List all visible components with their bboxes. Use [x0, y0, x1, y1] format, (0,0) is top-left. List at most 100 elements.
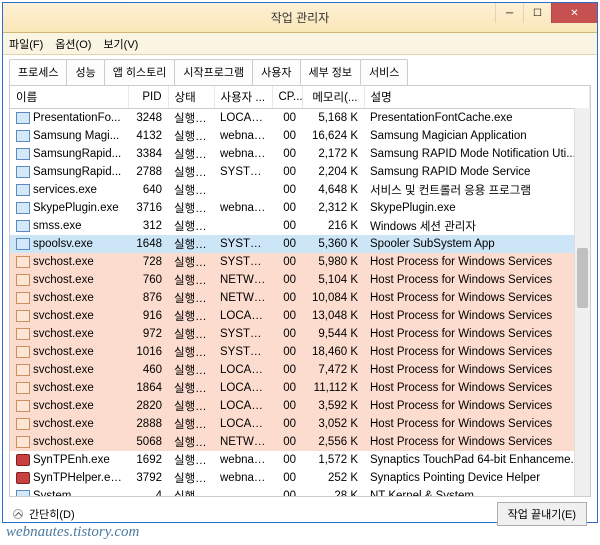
close-button[interactable]: ✕ [551, 3, 597, 23]
process-user: SYSTEM [214, 343, 272, 361]
minimize-button[interactable]: ─ [495, 3, 523, 23]
process-status: 실행 중 [168, 397, 214, 415]
process-icon [16, 346, 30, 358]
process-row[interactable]: svchost.exe5068실행 중NETWO...002,556 KHost… [10, 433, 590, 451]
process-pid: 4 [128, 487, 168, 496]
process-pid: 1864 [128, 379, 168, 397]
process-name: SynTPEnh.exe [33, 454, 110, 466]
process-pid: 4132 [128, 127, 168, 145]
process-desc: Host Process for Windows Services [364, 397, 590, 415]
process-row[interactable]: svchost.exe728실행 중SYSTEM005,980 KHost Pr… [10, 253, 590, 271]
process-row[interactable]: Samsung Magi...4132실행 중webnau...0016,624… [10, 127, 590, 145]
process-row[interactable]: svchost.exe2888실행 중LOCAL ...003,052 KHos… [10, 415, 590, 433]
column-headers: 이름 PID 상태 사용자 ... CP... 메모리(... 설명 [10, 86, 590, 109]
tab-3[interactable]: 시작프로그램 [174, 59, 253, 85]
end-task-button[interactable]: 작업 끝내기(E) [497, 502, 587, 526]
process-cpu: 00 [272, 163, 302, 181]
process-icon [16, 274, 30, 286]
process-row[interactable]: smss.exe312실행 중00216 KWindows 세션 관리자 [10, 217, 590, 235]
process-row[interactable]: PresentationFo...3248실행 중LOCAL ...005,16… [10, 109, 590, 128]
col-name[interactable]: 이름 [10, 86, 128, 109]
tab-5[interactable]: 세부 정보 [300, 59, 362, 85]
process-icon [16, 364, 30, 376]
process-row[interactable]: svchost.exe760실행 중NETWO...005,104 KHost … [10, 271, 590, 289]
vertical-scrollbar[interactable] [574, 108, 590, 496]
process-user: LOCAL ... [214, 415, 272, 433]
process-status: 실행 중 [168, 451, 214, 469]
process-row[interactable]: svchost.exe460실행 중LOCAL ...007,472 KHost… [10, 361, 590, 379]
process-row[interactable]: svchost.exe972실행 중SYSTEM009,544 KHost Pr… [10, 325, 590, 343]
process-row[interactable]: svchost.exe2820실행 중LOCAL ...003,592 KHos… [10, 397, 590, 415]
process-user: SYSTEM [214, 325, 272, 343]
process-pid: 1016 [128, 343, 168, 361]
process-name: spoolsv.exe [33, 238, 93, 250]
details-pane: 이름 PID 상태 사용자 ... CP... 메모리(... 설명 Prese… [9, 85, 591, 497]
process-cpu: 00 [272, 415, 302, 433]
tab-0[interactable]: 프로세스 [9, 59, 67, 85]
process-name: svchost.exe [33, 328, 94, 340]
process-user: LOCAL ... [214, 307, 272, 325]
process-row[interactable]: services.exe640실행 중004,648 K서비스 및 컨트롤러 응… [10, 181, 590, 199]
maximize-button[interactable]: ☐ [523, 3, 551, 23]
process-icon [16, 148, 30, 160]
process-row[interactable]: SamsungRapid...2788실행 중SYSTEM002,204 KSa… [10, 163, 590, 181]
col-mem[interactable]: 메모리(... [302, 86, 364, 109]
menu-file[interactable]: 파일(F) [9, 36, 43, 52]
process-row[interactable]: svchost.exe876실행 중NETWO...0010,084 KHost… [10, 289, 590, 307]
tab-1[interactable]: 성능 [66, 59, 104, 85]
process-pid: 876 [128, 289, 168, 307]
process-status: 실행 중 [168, 253, 214, 271]
process-user: webnau... [214, 199, 272, 217]
titlebar[interactable]: 작업 관리자 ─ ☐ ✕ [3, 3, 597, 33]
col-user[interactable]: 사용자 ... [214, 86, 272, 109]
process-row[interactable]: svchost.exe1016실행 중SYSTEM0018,460 KHost … [10, 343, 590, 361]
process-cpu: 00 [272, 145, 302, 163]
process-status: 실행 중 [168, 325, 214, 343]
process-pid: 1648 [128, 235, 168, 253]
tab-2[interactable]: 앱 히스토리 [104, 59, 176, 85]
process-icon [16, 454, 30, 466]
col-status[interactable]: 상태 [168, 86, 214, 109]
process-user [214, 487, 272, 496]
process-name: svchost.exe [33, 346, 94, 358]
menu-options[interactable]: 옵션(O) [55, 36, 91, 52]
process-icon [16, 490, 30, 496]
process-user: webnau... [214, 469, 272, 487]
process-mem: 3,052 K [302, 415, 364, 433]
process-pid: 3384 [128, 145, 168, 163]
process-row[interactable]: SkypePlugin.exe3716실행 중webnau...002,312 … [10, 199, 590, 217]
process-name: svchost.exe [33, 436, 94, 448]
scroll-thumb[interactable] [577, 248, 588, 308]
col-desc[interactable]: 설명 [364, 86, 590, 109]
process-row[interactable]: spoolsv.exe1648실행 중SYSTEM005,360 KSpoole… [10, 235, 590, 253]
process-pid: 916 [128, 307, 168, 325]
col-cpu[interactable]: CP... [272, 86, 302, 109]
process-status: 실행 중 [168, 343, 214, 361]
window-controls: ─ ☐ ✕ [495, 3, 597, 23]
process-icon [16, 220, 30, 232]
process-row[interactable]: SynTPEnh.exe1692실행 중webnau...001,572 KSy… [10, 451, 590, 469]
process-row[interactable]: svchost.exe1864실행 중LOCAL ...0011,112 KHo… [10, 379, 590, 397]
process-mem: 5,980 K [302, 253, 364, 271]
process-desc: Synaptics Pointing Device Helper [364, 469, 590, 487]
process-mem: 216 K [302, 217, 364, 235]
task-manager-window: 작업 관리자 ─ ☐ ✕ 파일(F) 옵션(O) 보기(V) 프로세스성능앱 히… [2, 2, 598, 523]
process-cpu: 00 [272, 433, 302, 451]
process-row[interactable]: System4실행 중0028 KNT Kernel & System [10, 487, 590, 496]
process-name: svchost.exe [33, 418, 94, 430]
process-name: smss.exe [33, 220, 82, 232]
col-pid[interactable]: PID [128, 86, 168, 109]
fewer-details-button[interactable]: 간단히(D) [13, 506, 75, 522]
tab-4[interactable]: 사용자 [252, 59, 300, 85]
process-name: SynTPHelper.exe [33, 472, 123, 484]
process-desc: Spooler SubSystem App [364, 235, 590, 253]
process-row[interactable]: SynTPHelper.exe3792실행 중webnau...00252 KS… [10, 469, 590, 487]
process-pid: 3792 [128, 469, 168, 487]
menu-view[interactable]: 보기(V) [103, 36, 138, 52]
process-desc: Samsung Magician Application [364, 127, 590, 145]
tab-6[interactable]: 서비스 [360, 59, 408, 85]
process-icon [16, 112, 30, 124]
process-status: 실행 중 [168, 433, 214, 451]
process-row[interactable]: SamsungRapid...3384실행 중webnau...002,172 … [10, 145, 590, 163]
process-row[interactable]: svchost.exe916실행 중LOCAL ...0013,048 KHos… [10, 307, 590, 325]
